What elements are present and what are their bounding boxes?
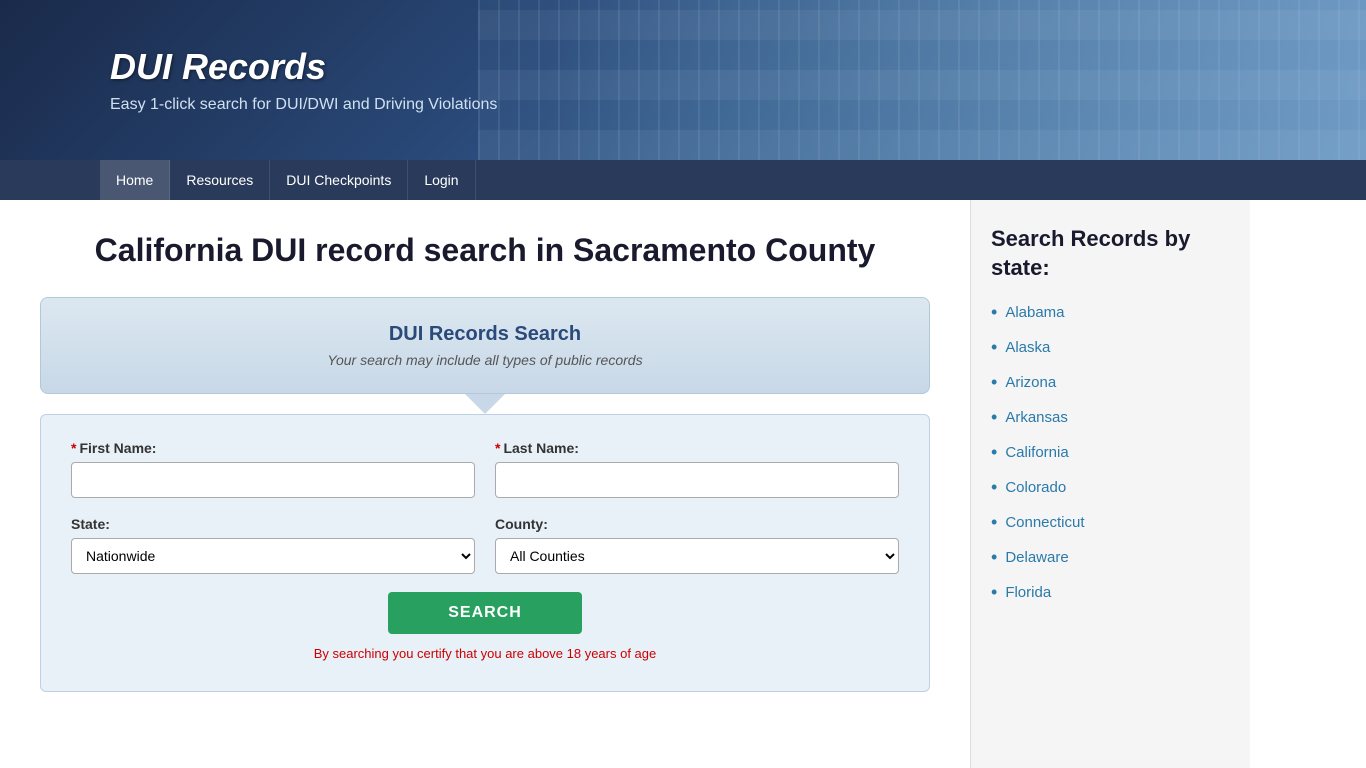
sidebar-state-california[interactable]: California — [1005, 444, 1068, 461]
nav-resources[interactable]: Resources — [170, 160, 270, 200]
last-name-group: *Last Name: — [495, 440, 899, 498]
last-name-required: * — [495, 440, 500, 456]
first-name-group: *First Name: — [71, 440, 475, 498]
sidebar-state-connecticut[interactable]: Connecticut — [1005, 514, 1084, 531]
sidebar-state-arkansas[interactable]: Arkansas — [1005, 409, 1068, 426]
nav-login[interactable]: Login — [408, 160, 475, 200]
list-item: Florida — [991, 582, 1230, 603]
search-card-title: DUI Records Search — [71, 323, 899, 346]
name-row: *First Name: *Last Name: — [71, 440, 899, 498]
search-btn-wrapper: SEARCH — [71, 592, 899, 634]
sidebar-title: Search Records by state: — [991, 225, 1230, 282]
sidebar-state-colorado[interactable]: Colorado — [1005, 479, 1066, 496]
county-label: County: — [495, 516, 899, 532]
list-item: Arkansas — [991, 407, 1230, 428]
state-select[interactable]: Nationwide Alabama Alaska Arizona Arkans… — [71, 538, 475, 574]
list-item: Colorado — [991, 477, 1230, 498]
county-select[interactable]: All Counties Sacramento County Los Angel… — [495, 538, 899, 574]
main-nav: Home Resources DUI Checkpoints Login — [0, 160, 1366, 200]
search-card-pointer — [465, 394, 505, 414]
county-group: County: All Counties Sacramento County L… — [495, 516, 899, 574]
main-wrapper: California DUI record search in Sacramen… — [0, 200, 1366, 768]
last-name-label: *Last Name: — [495, 440, 899, 456]
sidebar-state-alaska[interactable]: Alaska — [1005, 339, 1050, 356]
search-button[interactable]: SEARCH — [388, 592, 582, 634]
nav-home[interactable]: Home — [100, 160, 170, 200]
first-name-input[interactable] — [71, 462, 475, 498]
state-group: State: Nationwide Alabama Alaska Arizona… — [71, 516, 475, 574]
search-form: *First Name: *Last Name: State: Nationwi… — [40, 414, 930, 692]
page-title: California DUI record search in Sacramen… — [40, 230, 930, 272]
site-header: DUI Records Easy 1-click search for DUI/… — [0, 0, 1366, 160]
state-list: Alabama Alaska Arizona Arkansas Californ… — [991, 302, 1230, 603]
location-row: State: Nationwide Alabama Alaska Arizona… — [71, 516, 899, 574]
site-subtitle: Easy 1-click search for DUI/DWI and Driv… — [110, 96, 497, 114]
list-item: Connecticut — [991, 512, 1230, 533]
first-name-required: * — [71, 440, 76, 456]
nav-dui-checkpoints[interactable]: DUI Checkpoints — [270, 160, 408, 200]
list-item: Arizona — [991, 372, 1230, 393]
state-label: State: — [71, 516, 475, 532]
site-title: DUI Records — [110, 46, 497, 88]
first-name-label: *First Name: — [71, 440, 475, 456]
search-card: DUI Records Search Your search may inclu… — [40, 297, 930, 394]
list-item: California — [991, 442, 1230, 463]
sidebar-state-delaware[interactable]: Delaware — [1005, 549, 1068, 566]
search-card-subtitle: Your search may include all types of pub… — [71, 352, 899, 368]
sidebar-state-florida[interactable]: Florida — [1005, 584, 1051, 601]
list-item: Alabama — [991, 302, 1230, 323]
list-item: Alaska — [991, 337, 1230, 358]
sidebar-state-alabama[interactable]: Alabama — [1005, 304, 1064, 321]
search-disclaimer: By searching you certify that you are ab… — [71, 646, 899, 661]
sidebar: Search Records by state: Alabama Alaska … — [970, 200, 1250, 768]
last-name-input[interactable] — [495, 462, 899, 498]
content-area: California DUI record search in Sacramen… — [0, 200, 970, 768]
sidebar-state-arizona[interactable]: Arizona — [1005, 374, 1056, 391]
list-item: Delaware — [991, 547, 1230, 568]
